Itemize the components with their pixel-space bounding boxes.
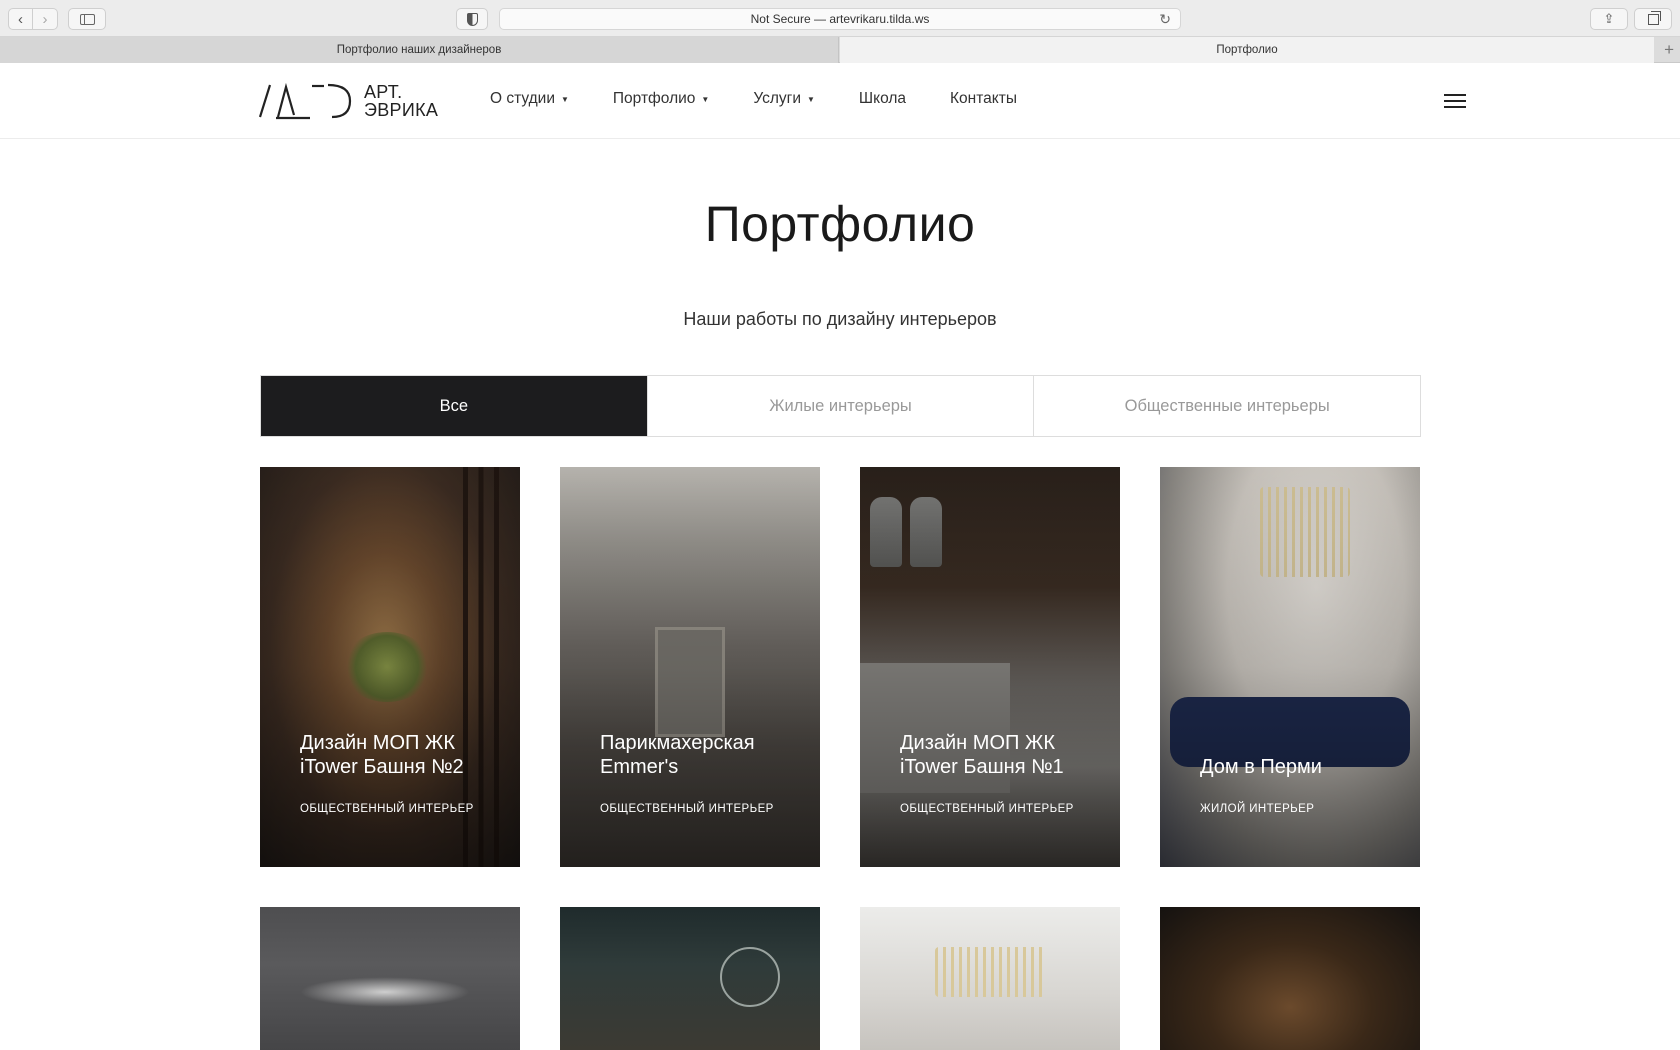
- sidebar-icon: [79, 13, 95, 25]
- portfolio-card[interactable]: Парикмахерская Emmer's Общественный инте…: [560, 467, 820, 867]
- chandelier-icon: [300, 977, 470, 1007]
- card-tag: Жилой интерьер: [1200, 803, 1315, 815]
- menu-item-label: Контакты: [950, 90, 1017, 107]
- logo-line-1: АРТ.: [364, 82, 403, 102]
- card-image: [560, 907, 820, 1050]
- page-title: Портфолио: [704, 196, 976, 252]
- card-tag: Общественный интерьер: [900, 803, 1074, 815]
- portfolio-card[interactable]: [860, 907, 1120, 1050]
- back-icon[interactable]: ‹: [8, 8, 33, 30]
- portfolio-card[interactable]: Дом в Перми Жилой интерьер: [1160, 467, 1420, 867]
- share-icon: ⇪: [1603, 11, 1615, 26]
- card-title: Парикмахерская Emmer's: [600, 732, 755, 778]
- history-nav: ‹ ›: [8, 8, 58, 30]
- browser-toolbar: ‹ › Not Secure — artevrikaru.tilda.ws ↻ …: [0, 0, 1680, 37]
- caret-down-icon: ▼: [701, 94, 710, 104]
- portfolio-filters: Все Жилые интерьеры Общественные интерье…: [260, 375, 1421, 437]
- address-bar[interactable]: Not Secure — artevrikaru.tilda.ws ↻: [499, 8, 1181, 30]
- address-text: Not Secure — artevrikaru.tilda.ws: [750, 12, 930, 26]
- filter-residential[interactable]: Жилые интерьеры: [647, 376, 1035, 436]
- portfolio-card[interactable]: Дизайн МОП ЖК iTower Башня №2 Общественн…: [260, 467, 520, 867]
- tab-label: Портфолио: [1216, 44, 1278, 56]
- tab-portfolio-designers[interactable]: Портфолио наших дизайнеров: [0, 37, 839, 63]
- chandelier-icon: [935, 947, 1045, 997]
- menu-item-services[interactable]: Услуги ▼: [753, 90, 815, 108]
- tab-overview-button[interactable]: [1634, 8, 1672, 30]
- card-title: Дизайн МОП ЖК iTower Башня №1: [900, 732, 1064, 778]
- reload-icon[interactable]: ↻: [1159, 11, 1171, 28]
- site-header: АРТ. ЭВРИКА О студии ▼ Портфолио ▼ Услуг…: [0, 63, 1680, 139]
- tab-bar: Портфолио наших дизайнеров Портфолио +: [0, 37, 1680, 63]
- portfolio-card[interactable]: Дизайн МОП ЖК iTower Башня №1 Общественн…: [860, 467, 1120, 867]
- hamburger-menu-icon[interactable]: [1444, 94, 1466, 110]
- menu-item-about[interactable]: О студии ▼: [490, 90, 569, 108]
- menu-item-school[interactable]: Школа: [859, 90, 906, 108]
- tab-label: Портфолио наших дизайнеров: [336, 44, 502, 56]
- main-menu: О студии ▼ Портфолио ▼ Услуги ▼ Школа Ко…: [490, 90, 1061, 108]
- logo[interactable]: АРТ. ЭВРИКА: [258, 81, 443, 121]
- page-subtitle: Наши работы по дизайну интерьеров: [683, 309, 997, 329]
- filter-public[interactable]: Общественные интерьеры: [1034, 376, 1421, 436]
- portfolio-card[interactable]: [560, 907, 820, 1050]
- menu-item-label: Портфолио: [612, 90, 696, 107]
- menu-item-portfolio[interactable]: Портфолио ▼: [613, 90, 709, 108]
- logo-line-2: ЭВРИКА: [364, 100, 439, 120]
- portfolio-card[interactable]: [1160, 907, 1420, 1050]
- forward-icon[interactable]: ›: [33, 8, 58, 30]
- logo-mark-icon: [258, 82, 352, 120]
- menu-item-label: О студии: [490, 90, 555, 107]
- card-tag: Общественный интерьер: [300, 803, 474, 815]
- privacy-button[interactable]: [456, 8, 488, 30]
- tabs-icon: [1647, 10, 1661, 25]
- pendant-lamp-icon: [720, 947, 780, 1007]
- card-title: Дизайн МОП ЖК iTower Башня №2: [300, 732, 464, 778]
- menu-item-label: Услуги: [753, 90, 801, 107]
- tab-portfolio[interactable]: Портфолио: [840, 37, 1654, 63]
- sidebar-toggle-button[interactable]: [68, 8, 106, 30]
- shield-icon: [466, 12, 478, 26]
- portfolio-card[interactable]: [260, 907, 520, 1050]
- card-image: [1160, 907, 1420, 1050]
- filter-all[interactable]: Все: [261, 376, 648, 436]
- menu-item-label: Школа: [858, 90, 907, 107]
- menu-item-contacts[interactable]: Контакты: [950, 90, 1017, 108]
- share-button[interactable]: ⇪: [1590, 8, 1628, 30]
- caret-down-icon: ▼: [560, 94, 569, 104]
- new-tab-icon[interactable]: +: [1664, 40, 1674, 60]
- card-tag: Общественный интерьер: [600, 803, 774, 815]
- caret-down-icon: ▼: [807, 94, 815, 104]
- card-title: Дом в Перми: [1200, 756, 1322, 778]
- logo-text: АРТ. ЭВРИКА: [364, 83, 438, 119]
